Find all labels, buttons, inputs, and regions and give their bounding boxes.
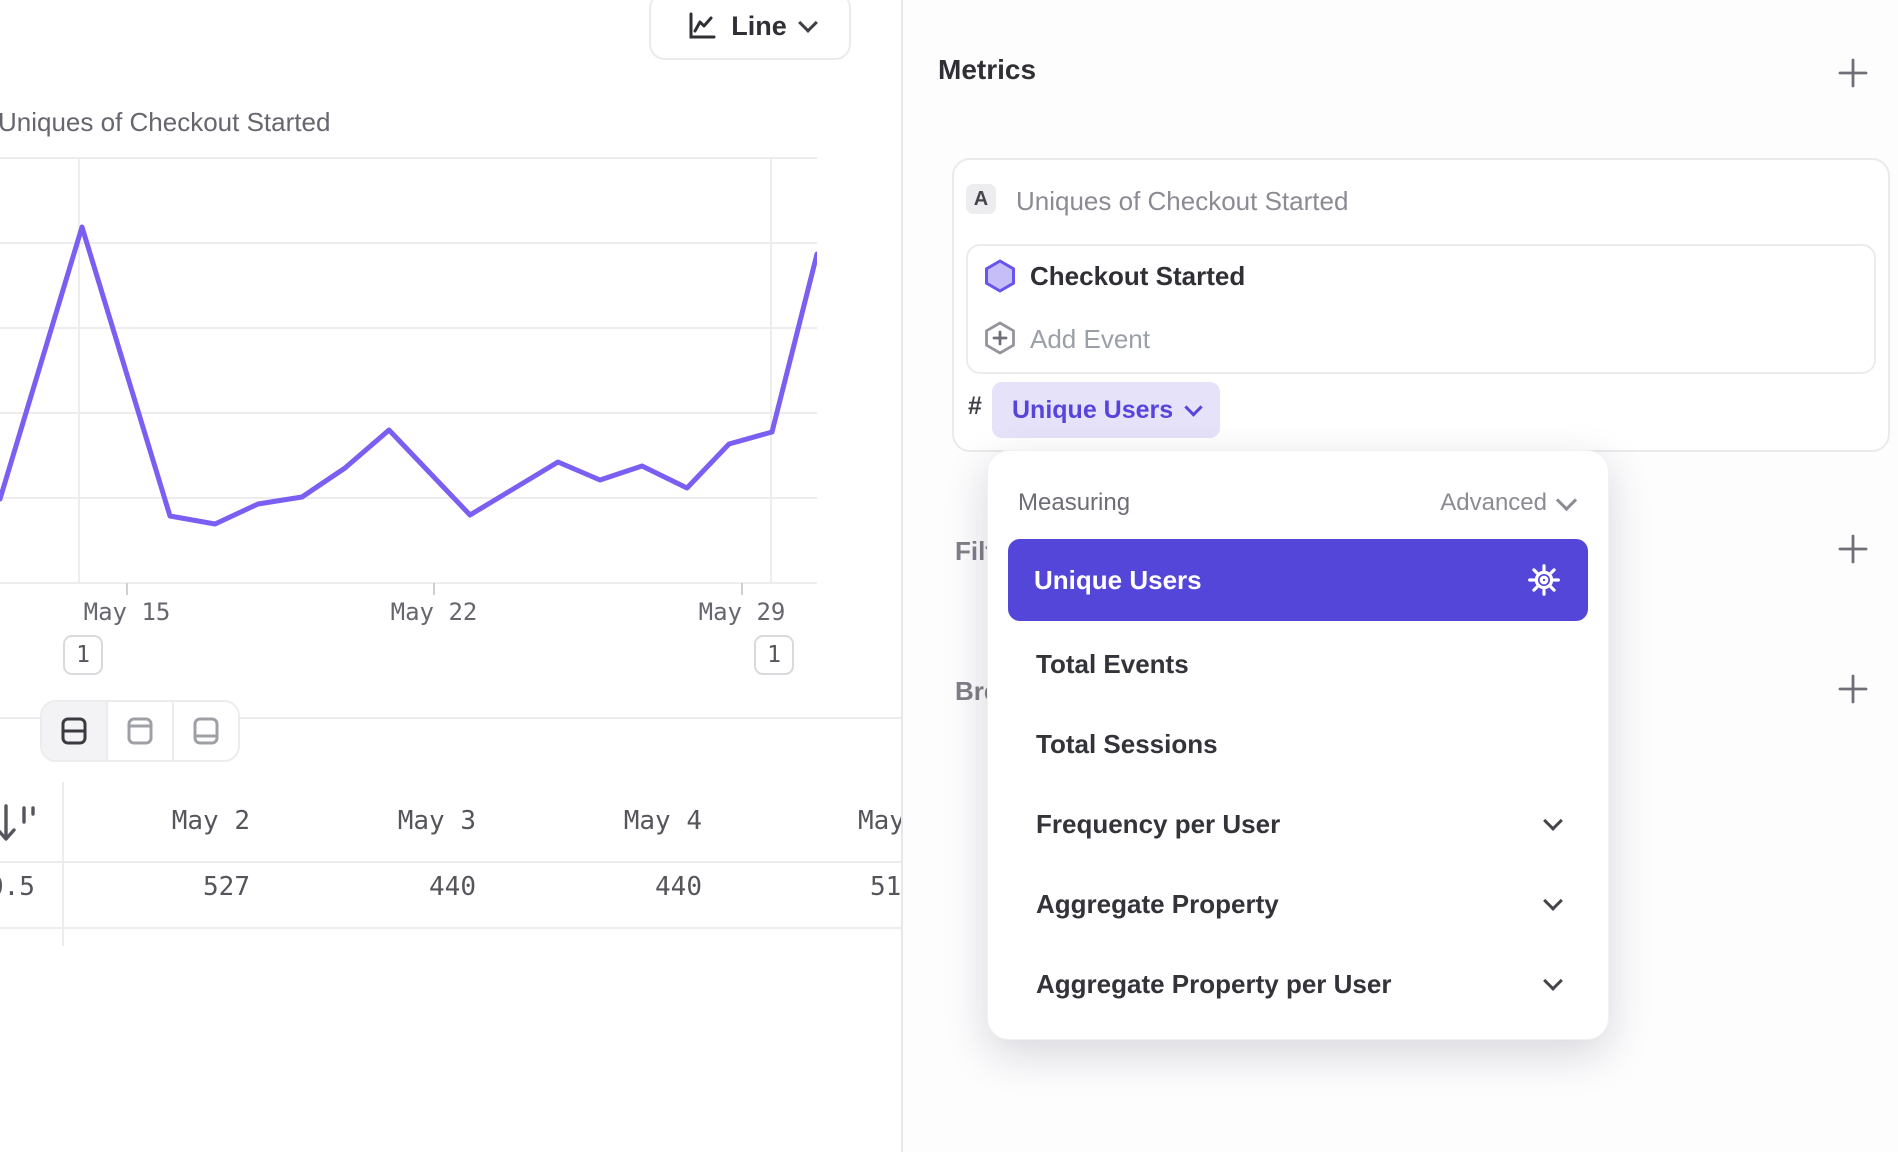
panel-divider <box>901 0 903 1152</box>
chevron-down-icon <box>1543 891 1563 911</box>
line-chart <box>0 155 817 597</box>
measurement-chip-label: Unique Users <box>1012 396 1173 425</box>
table-header-divider <box>0 861 901 863</box>
split-rows-icon <box>57 714 91 748</box>
table-column-header[interactable]: May 2 <box>62 806 288 836</box>
measuring-option-unique-users[interactable]: Unique Users <box>1008 539 1588 621</box>
measuring-dropdown: Measuring Advanced Unique Users <box>987 450 1609 1040</box>
trend-line[interactable] <box>0 227 817 524</box>
option-label: Frequency per User <box>1036 809 1546 840</box>
event-name[interactable]: Checkout Started <box>1030 261 1245 292</box>
metric-title: Uniques of Checkout Started <box>1016 186 1348 217</box>
table-row-label: 0.5 <box>0 872 35 902</box>
event-card: Checkout Started Add Event <box>966 244 1876 374</box>
x-axis-label: May 22 <box>391 598 478 626</box>
metrics-section-title: Metrics <box>938 54 1036 86</box>
layout-chart-only-button[interactable] <box>108 702 174 760</box>
event-hexagon-icon <box>982 258 1018 294</box>
x-axis-ticks <box>127 583 742 595</box>
chart-title: Uniques of Checkout Started <box>0 107 330 138</box>
advanced-mode-label: Advanced <box>1440 489 1547 517</box>
line-chart-icon <box>685 10 717 42</box>
chart-type-label: Line <box>731 11 787 42</box>
x-axis-label: May 15 <box>84 598 171 626</box>
add-filter-plus-icon[interactable] <box>1836 532 1870 566</box>
measuring-option-total-sessions[interactable]: Total Sessions <box>1008 704 1588 784</box>
table-cell[interactable]: 51 <box>870 872 901 902</box>
table-cell[interactable]: 440 <box>514 872 740 902</box>
layout-table-only-button[interactable] <box>174 702 238 760</box>
advanced-mode-toggle[interactable]: Advanced <box>1440 489 1574 517</box>
measuring-option-aggregate-property[interactable]: Aggregate Property <box>1008 864 1588 944</box>
add-event-hexagon-plus-icon[interactable] <box>982 320 1018 356</box>
table-cell[interactable]: 527 <box>62 872 288 902</box>
report-view: Line Uniques of Checkout Started May 15 … <box>0 0 1898 1152</box>
count-symbol: # <box>968 392 982 421</box>
measuring-option-frequency-per-user[interactable]: Frequency per User <box>1008 784 1588 864</box>
bottom-row-icon <box>189 714 223 748</box>
table-column-divider <box>62 782 64 946</box>
gridlines <box>0 158 817 583</box>
add-breakdown-plus-icon[interactable] <box>1836 672 1870 706</box>
top-row-icon <box>123 714 157 748</box>
annotation-badge[interactable]: 1 <box>754 635 794 675</box>
measuring-header: Measuring <box>1018 489 1130 517</box>
option-label: Total Sessions <box>1036 729 1560 760</box>
measuring-option-total-events[interactable]: Total Events <box>1008 624 1588 704</box>
measurement-chip[interactable]: Unique Users <box>992 382 1220 438</box>
chevron-down-icon <box>798 13 818 33</box>
table-cell[interactable]: 440 <box>288 872 514 902</box>
add-metric-plus-icon[interactable] <box>1836 56 1870 90</box>
layout-toggle-group <box>40 700 240 762</box>
annotation-badge[interactable]: 1 <box>63 635 103 675</box>
metric-card[interactable]: A Uniques of Checkout Started Checkout S… <box>952 158 1890 452</box>
table-column-header[interactable]: May <box>858 806 905 836</box>
table-row-divider <box>0 927 901 929</box>
selected-option-label: Unique Users <box>1034 565 1526 596</box>
chevron-down-icon <box>1543 811 1563 831</box>
metric-badge: A <box>966 184 996 214</box>
chart-type-dropdown-button[interactable]: Line <box>649 0 851 60</box>
option-label: Aggregate Property per User <box>1036 969 1546 1000</box>
option-label: Aggregate Property <box>1036 889 1546 920</box>
add-event-label[interactable]: Add Event <box>1030 324 1150 355</box>
table-column-header[interactable]: May 3 <box>288 806 514 836</box>
chevron-down-icon <box>1543 971 1563 991</box>
option-label: Total Events <box>1036 649 1560 680</box>
sort-descending-icon[interactable] <box>0 800 40 848</box>
gear-icon[interactable] <box>1526 562 1562 598</box>
chevron-down-icon <box>1184 398 1202 416</box>
x-axis-label: May 29 <box>699 598 786 626</box>
chevron-down-icon <box>1556 489 1577 510</box>
measuring-option-aggregate-property-per-user[interactable]: Aggregate Property per User <box>1008 944 1588 1024</box>
table-column-header[interactable]: May 4 <box>514 806 740 836</box>
layout-split-button[interactable] <box>42 702 108 760</box>
